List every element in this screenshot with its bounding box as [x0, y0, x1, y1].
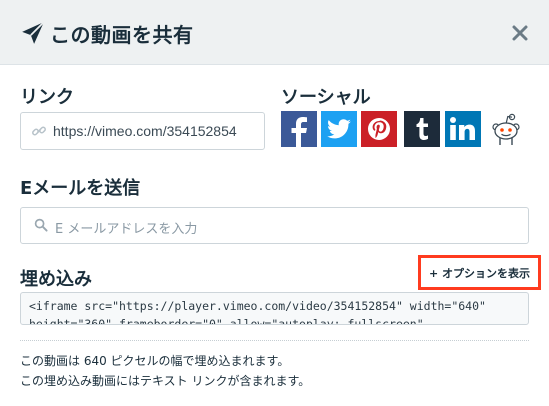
- link-url: https://vimeo.com/354152854: [53, 123, 237, 139]
- email-placeholder: E メールアドレスを入力: [55, 222, 198, 237]
- social-label: ソーシャル: [281, 87, 371, 108]
- dialog-header: この動画を共有: [0, 0, 549, 65]
- linkedin-share-button[interactable]: [445, 111, 481, 147]
- facebook-icon: [291, 117, 307, 147]
- pinterest-share-button[interactable]: [361, 111, 397, 147]
- embed-code: <iframe src="https://player.vimeo.com/vi…: [29, 297, 486, 325]
- pinterest-icon: [368, 118, 390, 140]
- dialog-title: この動画を共有: [50, 23, 194, 47]
- reddit-icon[interactable]: [491, 111, 521, 147]
- twitter-icon: [327, 119, 351, 139]
- embed-link-note: この埋め込み動画にはテキスト リンクが含まれます。: [20, 374, 311, 388]
- tumblr-icon: [416, 118, 428, 140]
- show-options-label: + オプションを表示: [428, 266, 531, 280]
- embed-label: 埋め込み: [20, 269, 92, 290]
- link-icon: [32, 126, 46, 136]
- twitter-share-button[interactable]: [321, 111, 357, 147]
- divider: [20, 340, 529, 341]
- embed-code-line-2: height="360" frameborder="0" allow="auto…: [29, 317, 424, 325]
- search-icon: [34, 218, 48, 232]
- facebook-share-button[interactable]: [281, 111, 317, 147]
- share-dialog: この動画を共有 リンク https://vimeo.com/354152854 …: [0, 0, 549, 406]
- embed-code-field[interactable]: <iframe src="https://player.vimeo.com/vi…: [20, 292, 529, 325]
- email-label: Eメールを送信: [20, 178, 141, 199]
- email-input[interactable]: E メールアドレスを入力: [20, 207, 529, 244]
- linkedin-icon: [450, 117, 475, 140]
- close-icon[interactable]: [509, 22, 531, 44]
- link-field[interactable]: https://vimeo.com/354152854: [20, 112, 265, 150]
- embed-code-line-1: <iframe src="https://player.vimeo.com/vi…: [29, 299, 486, 313]
- tumblr-share-button[interactable]: [404, 111, 440, 147]
- show-options-button[interactable]: + オプションを表示: [418, 255, 541, 290]
- send-icon: [22, 21, 45, 44]
- embed-width-note: この動画は 640 ピクセルの幅で埋め込まれます。: [20, 354, 290, 368]
- link-label: リンク: [20, 87, 74, 108]
